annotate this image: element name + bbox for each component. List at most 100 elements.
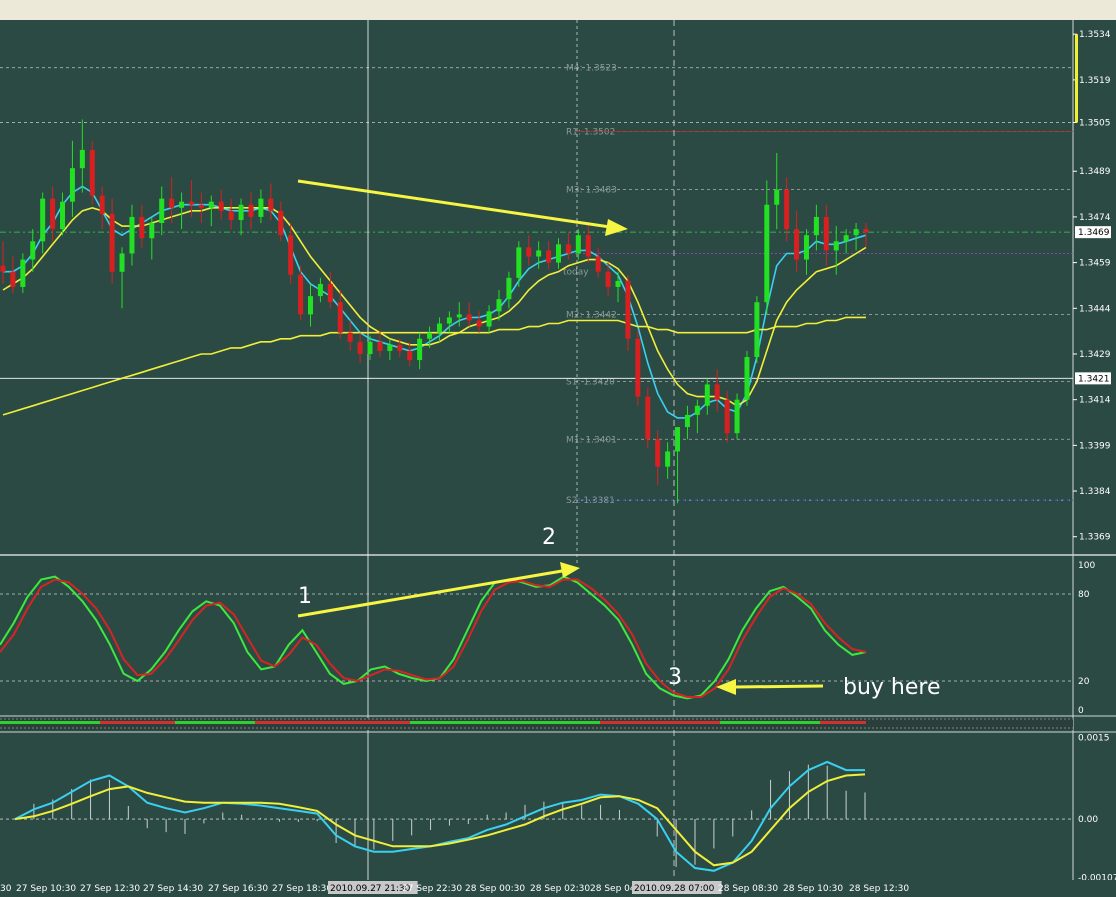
candle-body <box>198 204 204 208</box>
candle-body <box>268 198 274 211</box>
candle-body <box>377 341 383 351</box>
candle-body <box>476 320 482 327</box>
candle-body <box>139 216 145 239</box>
stoch-tick-label: 0 <box>1078 706 1084 716</box>
time-tick-label: 28 Sep 00:30 <box>465 884 525 894</box>
candle-body <box>635 338 641 397</box>
candle-body <box>754 302 760 358</box>
candle-body <box>794 229 800 260</box>
candle-body <box>555 244 561 263</box>
candle-body <box>506 277 512 300</box>
candle-body <box>833 241 839 251</box>
candle-body <box>10 271 16 287</box>
time-tick-label: 27 Sep 10:30 <box>16 884 76 894</box>
signal-strip-segment <box>100 721 175 724</box>
signal-strip-segment <box>300 721 410 724</box>
price-tick-label: 1.3519 <box>1079 76 1111 86</box>
price-tick-label: 1.3444 <box>1079 304 1111 314</box>
candle-body <box>764 204 770 303</box>
candle-body <box>536 250 542 257</box>
candle-body <box>60 201 66 230</box>
candle-body <box>228 210 234 220</box>
candle-body <box>704 384 710 406</box>
candle-body <box>89 149 95 196</box>
crosshair-price-label: 1.3421 <box>1078 374 1110 384</box>
candle-body <box>456 314 462 318</box>
price-tick-label: 1.3384 <box>1079 487 1111 497</box>
candle-body <box>605 271 611 287</box>
time-tick-label: 28 Sep 04 <box>590 884 636 894</box>
candle-body <box>149 223 155 239</box>
signal-strip-segment <box>720 721 820 724</box>
pivot-label: S1: 1.3420 <box>566 377 615 387</box>
price-tick-label: 1.3369 <box>1079 533 1111 543</box>
candle-body <box>546 250 552 263</box>
candle-body <box>129 216 135 254</box>
signal-strip-segment <box>600 721 720 724</box>
time-tick-label: 27 Sep 18:30 <box>272 884 332 894</box>
candle-body <box>99 195 105 214</box>
candle-body <box>625 280 631 339</box>
price-tick-label: 1.3399 <box>1079 441 1111 451</box>
price-tick-label: 1.3414 <box>1079 396 1111 406</box>
candle-body <box>298 274 304 315</box>
candle-body <box>655 439 661 467</box>
candle-body <box>337 302 343 333</box>
candle-body <box>744 357 750 400</box>
candle-body <box>714 384 720 400</box>
candle-body <box>218 201 224 211</box>
pivot-label: S2: 1.3381 <box>566 496 615 506</box>
price-tick-label: 1.3474 <box>1079 213 1111 223</box>
signal-strip-segment <box>255 721 300 724</box>
candle-body <box>278 210 284 236</box>
candle-body <box>585 235 591 257</box>
price-tick-label: 1.3459 <box>1079 259 1111 269</box>
pivot-label: M1: 1.3401 <box>566 435 617 445</box>
stoch-tick-label: 20 <box>1078 677 1090 687</box>
candle-body <box>724 399 730 434</box>
candle-body <box>179 201 185 208</box>
macd-tick-label: 0.0015 <box>1078 733 1110 743</box>
time-tick-label: 28 Sep 02:30 <box>530 884 590 894</box>
candle-body <box>347 332 353 342</box>
annotation-label-1: 1 <box>298 584 312 609</box>
candle-body <box>565 244 571 254</box>
candle-body <box>119 253 125 272</box>
candle-body <box>734 399 740 434</box>
candle-body <box>159 198 165 224</box>
candle-body <box>387 344 393 351</box>
signal-strip-segment <box>820 721 866 724</box>
candle-body <box>407 350 413 361</box>
candle-body <box>367 341 373 354</box>
candle-body <box>784 189 790 230</box>
candle-body <box>20 259 26 287</box>
time-tick-label: 28 Sep 08:30 <box>718 884 778 894</box>
candle-body <box>288 235 294 275</box>
candle-body <box>803 235 809 260</box>
candle-body <box>238 204 244 220</box>
pivot-label: M3: 1.3483 <box>566 186 617 196</box>
candle-body <box>595 256 601 272</box>
stoch-tick-label: 80 <box>1078 590 1090 600</box>
price-scale-marker <box>1075 34 1078 123</box>
pivot-label: M4: 1.3523 <box>566 64 617 74</box>
candle-body <box>575 235 581 254</box>
candle-body <box>248 204 254 217</box>
candle-body <box>417 338 423 361</box>
candle-body <box>486 311 492 327</box>
buy-arrow-line <box>734 684 824 689</box>
candle-body <box>446 317 452 324</box>
time-tick-label: 28 Sep 10:30 <box>783 884 843 894</box>
candle-body <box>169 198 175 208</box>
candle-body <box>317 283 323 297</box>
candle-body <box>843 235 849 242</box>
candle-body <box>813 216 819 236</box>
candle-body <box>188 201 194 205</box>
candle-body <box>69 168 75 202</box>
candle-body <box>496 299 502 312</box>
candle-body <box>327 283 333 303</box>
candle-body <box>50 198 56 230</box>
candle-body <box>208 201 214 208</box>
time-highlight-label: 2010.09.28 07:00 <box>634 884 715 894</box>
signal-strip-segment <box>0 721 100 724</box>
